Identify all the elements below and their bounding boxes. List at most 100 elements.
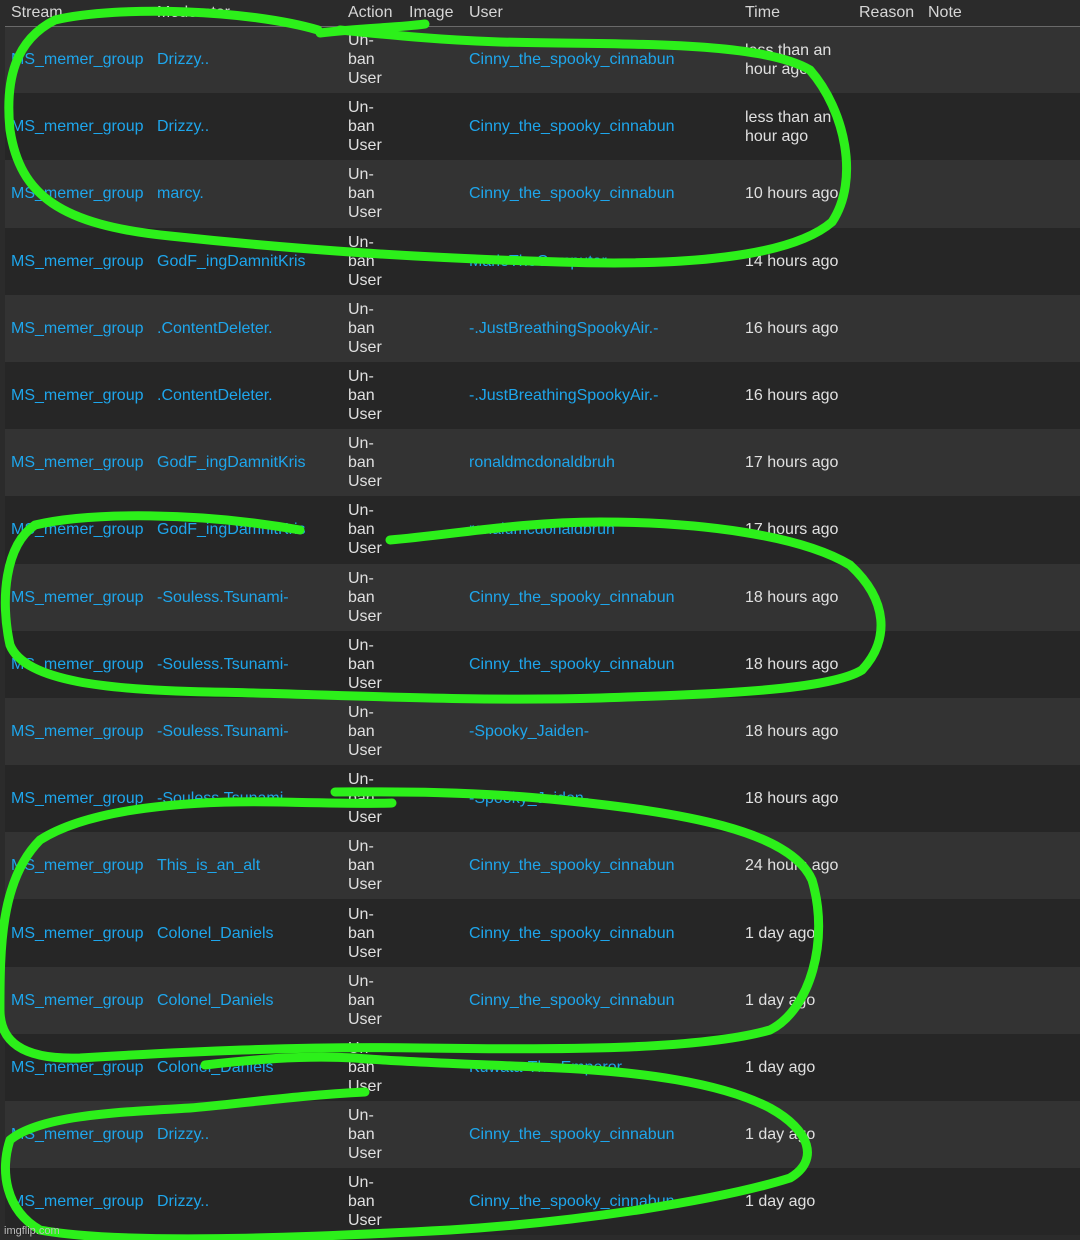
column-header-image[interactable]: Image — [403, 0, 463, 26]
stream-link[interactable]: MS_memer_group — [5, 698, 151, 765]
image-cell — [403, 362, 463, 429]
moderator-link[interactable]: GodF_ingDamnitKris — [151, 228, 342, 295]
moderator-link[interactable]: -Souless.Tsunami- — [151, 564, 342, 631]
image-cell — [403, 228, 463, 295]
stream-link[interactable]: MS_memer_group — [5, 93, 151, 160]
image-cell — [403, 1168, 463, 1235]
note-cell — [922, 429, 1080, 496]
image-cell — [403, 26, 463, 93]
column-header-note[interactable]: Note — [922, 0, 1080, 26]
time-cell: 1 day ago — [745, 924, 816, 942]
user-link[interactable]: Cinny_the_spooky_cinnabun — [463, 1168, 739, 1235]
column-header-action[interactable]: Action — [342, 0, 403, 26]
image-cell — [403, 160, 463, 227]
time-cell: 18 hours ago — [745, 790, 839, 808]
user-link[interactable]: Kuwata-The-Emperor — [463, 1034, 739, 1101]
user-link[interactable]: Cinny_the_spooky_cinnabun — [463, 160, 739, 227]
stream-link[interactable]: MS_memer_group — [5, 26, 151, 93]
user-link[interactable]: Cinny_the_spooky_cinnabun — [463, 564, 739, 631]
stream-link[interactable]: MS_memer_group — [5, 765, 151, 832]
moderator-link[interactable]: Colonel_Daniels — [151, 899, 342, 966]
action-text: User — [348, 406, 382, 424]
moderator-link[interactable]: Drizzy.. — [151, 1168, 342, 1235]
action-cell: Un-ban User — [342, 899, 403, 966]
column-header-moderator[interactable]: Moderator — [151, 0, 342, 26]
stream-link[interactable]: MS_memer_group — [5, 631, 151, 698]
stream-link[interactable]: MS_memer_group — [5, 295, 151, 362]
stream-link[interactable]: MS_memer_group — [5, 1101, 151, 1168]
action-text: User — [348, 1077, 382, 1095]
table-row: MS_memer_group Drizzy.. Un-ban User Cinny_th… — [5, 1101, 1080, 1169]
moderator-link[interactable]: Colonel_Daniels — [151, 1034, 342, 1101]
moderator-link[interactable]: This_is_an_alt — [151, 832, 342, 899]
note-cell — [922, 564, 1080, 631]
note-cell — [922, 899, 1080, 966]
user-link[interactable]: Cinny_the_spooky_cinnabun — [463, 631, 739, 698]
action-text: ban — [348, 252, 375, 270]
user-link[interactable]: -Spooky_Jaiden- — [463, 698, 739, 765]
action-cell: Un-ban User — [342, 1034, 403, 1101]
note-cell — [922, 967, 1080, 1034]
time-cell: 16 hours ago — [745, 319, 839, 337]
stream-link[interactable]: MS_memer_group — [5, 228, 151, 295]
note-cell — [922, 93, 1080, 160]
user-link[interactable]: Cinny_the_spooky_cinnabun — [463, 93, 739, 160]
moderator-link[interactable]: Drizzy.. — [151, 1101, 342, 1168]
moderator-link[interactable]: Drizzy.. — [151, 93, 342, 160]
stream-link[interactable]: MS_memer_group — [5, 362, 151, 429]
time-cell: less than an hour ago — [745, 108, 832, 145]
reason-cell — [853, 160, 922, 227]
column-header-stream[interactable]: Stream — [5, 0, 151, 26]
moderator-link[interactable]: -Souless.Tsunami- — [151, 765, 342, 832]
moderator-link[interactable]: GodF_ingDamnitKris — [151, 496, 342, 563]
moderator-link[interactable]: Drizzy.. — [151, 26, 342, 93]
time-cell: 24 hours ago — [745, 857, 839, 875]
image-cell — [403, 295, 463, 362]
stream-link[interactable]: MS_memer_group — [5, 899, 151, 966]
stream-link[interactable]: MS_memer_group — [5, 1034, 151, 1101]
moderator-link[interactable]: GodF_ingDamnitKris — [151, 429, 342, 496]
action-cell: Un-ban User — [342, 160, 403, 227]
moderator-link[interactable]: .ContentDeleter. — [151, 295, 342, 362]
action-cell: Un-ban User — [342, 295, 403, 362]
user-link[interactable]: Cinny_the_spooky_cinnabun — [463, 26, 739, 93]
stream-link[interactable]: MS_memer_group — [5, 832, 151, 899]
note-cell — [922, 832, 1080, 899]
user-link[interactable]: ronaldmcdonaldbruh — [463, 429, 739, 496]
stream-link[interactable]: MS_memer_group — [5, 564, 151, 631]
moderator-link[interactable]: marcy. — [151, 160, 342, 227]
user-link[interactable]: -Spooky_Jaiden- — [463, 765, 739, 832]
action-text: Un- — [348, 300, 374, 318]
moderator-link[interactable]: .ContentDeleter. — [151, 362, 342, 429]
user-link[interactable]: -.JustBreathingSpookyAir.- — [463, 295, 739, 362]
action-text: Un- — [348, 166, 374, 184]
image-cell — [403, 698, 463, 765]
stream-link[interactable]: MS_memer_group — [5, 496, 151, 563]
user-link[interactable]: -.JustBreathingSpookyAir.- — [463, 362, 739, 429]
moderator-link[interactable]: -Souless.Tsunami- — [151, 698, 342, 765]
note-cell — [922, 362, 1080, 429]
stream-link[interactable]: MS_memer_group — [5, 160, 151, 227]
moderator-link[interactable]: Colonel_Daniels — [151, 967, 342, 1034]
user-link[interactable]: Cinny_the_spooky_cinnabun — [463, 832, 739, 899]
column-header-reason[interactable]: Reason — [853, 0, 922, 26]
action-cell: Un-ban User — [342, 832, 403, 899]
time-cell: 18 hours ago — [745, 655, 839, 673]
user-link[interactable]: Cinny_the_spooky_cinnabun — [463, 899, 739, 966]
reason-cell — [853, 93, 922, 160]
user-link[interactable]: Cinny_the_spooky_cinnabun — [463, 967, 739, 1034]
stream-link[interactable]: MS_memer_group — [5, 967, 151, 1034]
note-cell — [922, 765, 1080, 832]
action-text: ban — [348, 588, 375, 606]
column-header-time[interactable]: Time — [739, 0, 853, 26]
action-text: Un- — [348, 905, 374, 923]
column-header-user[interactable]: User — [463, 0, 739, 26]
user-link[interactable]: ronaldmcdonaldbruh — [463, 496, 739, 563]
moderator-link[interactable]: -Souless.Tsunami- — [151, 631, 342, 698]
user-link[interactable]: Cinny_the_spooky_cinnabun — [463, 1101, 739, 1168]
image-cell — [403, 429, 463, 496]
action-text: User — [348, 943, 382, 961]
user-link[interactable]: MarioTheComputer — [463, 228, 739, 295]
action-text: ban — [348, 1193, 375, 1211]
stream-link[interactable]: MS_memer_group — [5, 429, 151, 496]
